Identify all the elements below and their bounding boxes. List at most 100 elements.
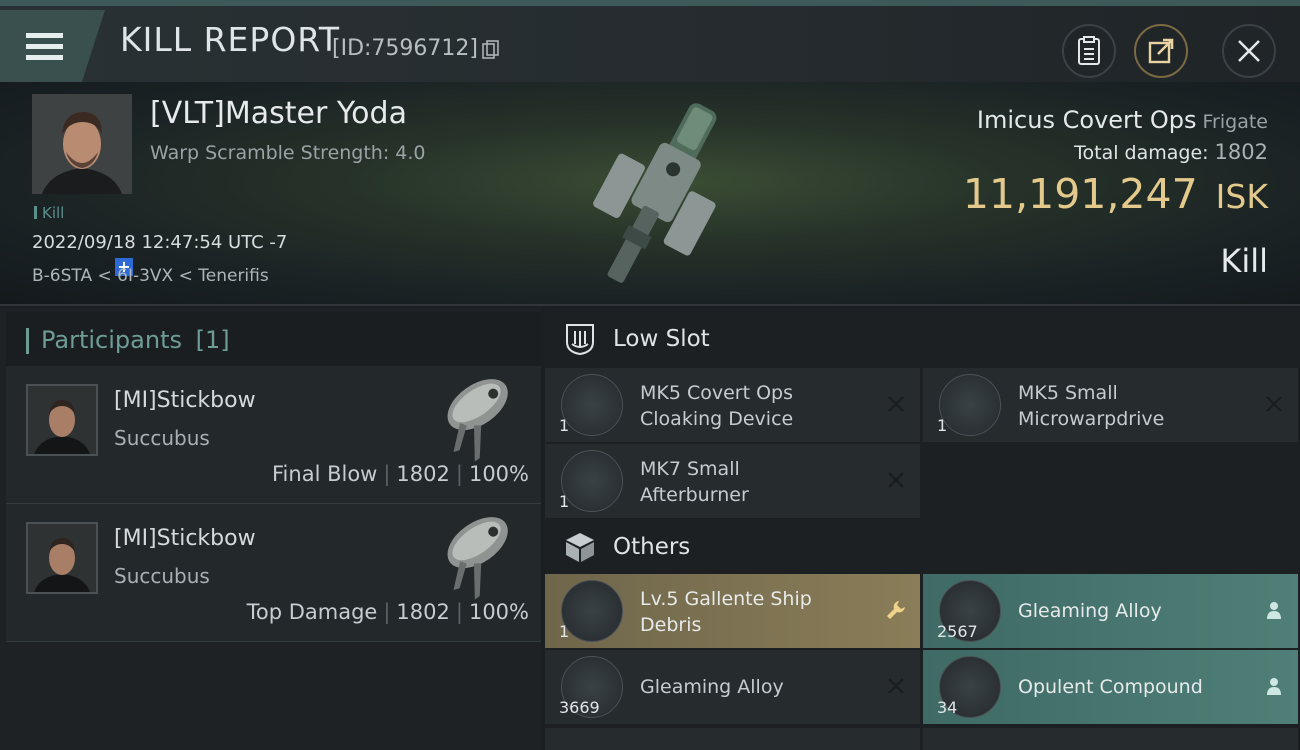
participant-percent: 100%	[468, 462, 529, 486]
item-slot[interactable]: 1 MK7 Small Afterburner	[545, 444, 920, 518]
total-damage-value: 1802	[1214, 140, 1268, 164]
participant-percent: 100%	[468, 600, 529, 624]
header-bar: KILL REPORT [ID:7596712]	[0, 0, 1300, 82]
pilot-dropped-icon	[1262, 674, 1286, 698]
participant-name[interactable]: [MI]Stickbow	[114, 526, 256, 551]
destroyed-icon	[884, 674, 908, 698]
participant-ship: Succubus	[114, 564, 210, 588]
victim-name[interactable]: [VLT]Master Yoda	[150, 96, 407, 131]
afterburner-icon	[561, 450, 623, 512]
participant-row[interactable]: [MI]Stickbow Succubus Top Damage | 1802 | 10…	[6, 504, 541, 642]
item-name-line: Lv.5 Gallente Ship	[640, 588, 812, 610]
participant-portrait-icon	[28, 386, 96, 454]
item-quantity: 1	[559, 416, 570, 435]
item-slot[interactable]: 1 Lv.5 Gallente Ship Debris	[545, 574, 920, 648]
participant-name[interactable]: [MI]Stickbow	[114, 388, 256, 413]
participant-row[interactable]: [MI]Stickbow Succubus Final Blow | 1802 | 10…	[6, 366, 541, 504]
menu-button[interactable]	[0, 10, 105, 82]
participant-ship-image	[447, 517, 508, 600]
kill-result: Kill	[1220, 242, 1268, 280]
total-damage-label: Total damage:	[1074, 142, 1209, 164]
cloaking-device-icon	[561, 374, 623, 436]
participant-avatar[interactable]	[26, 384, 98, 456]
participant-stats: Top Damage | 1802 | 100%	[246, 600, 529, 624]
item-quantity: 1	[559, 622, 570, 641]
wrench-icon	[884, 598, 908, 622]
low-slot-header: Low Slot	[545, 310, 1300, 368]
item-quantity: 1	[559, 492, 570, 511]
share-button[interactable]	[1134, 24, 1188, 78]
item-slot[interactable]	[923, 728, 1298, 750]
pilot-dropped-icon	[1262, 598, 1286, 622]
item-quantity: 34	[937, 698, 958, 717]
participant-avatar[interactable]	[26, 522, 98, 594]
victim-portrait-icon	[32, 94, 132, 194]
low-slot-icon	[566, 324, 594, 356]
destroyed-icon	[884, 392, 908, 416]
participant-portrait-icon	[28, 524, 96, 592]
clipboard-icon	[1078, 36, 1100, 65]
item-name: Gleaming Alloy	[1018, 600, 1162, 622]
cargo-box-icon	[566, 533, 594, 562]
participants-panel: Participants [1] [MI]Stickbow Succubus F…	[0, 308, 541, 750]
item-slot[interactable]: 1 MK5 Covert Ops Cloaking Device	[545, 368, 920, 442]
participants-label: Participants	[41, 326, 182, 354]
kill-tag: Kill	[34, 204, 64, 222]
item-name: Lv.5 Gallente Ship Debris	[640, 586, 870, 638]
kill-datetime: 2022/09/18 12:47:54 UTC -7	[32, 232, 288, 253]
hamburger-icon	[26, 27, 63, 66]
destroyed-icon	[884, 468, 908, 492]
item-quantity: 1	[937, 416, 948, 435]
low-slot-label: Low Slot	[613, 326, 710, 352]
participant-ship: Succubus	[114, 426, 210, 450]
victim-ship-image	[593, 103, 717, 283]
item-name-line: Microwarpdrive	[1018, 408, 1165, 430]
warp-scramble-strength: Warp Scramble Strength: 4.0	[150, 142, 426, 164]
notes-button[interactable]	[1062, 24, 1116, 78]
item-name-line: MK5 Small	[1018, 382, 1118, 404]
page-title: KILL REPORT	[120, 20, 340, 59]
participants-count: [1]	[195, 326, 230, 354]
item-quantity: 3669	[559, 698, 600, 717]
microwarpdrive-icon	[939, 374, 1001, 436]
share-icon	[1148, 38, 1174, 64]
item-slot[interactable]: 2567 Gleaming Alloy	[923, 574, 1298, 648]
destroyed-icon	[1262, 392, 1286, 416]
isk-amount: 11,191,247	[962, 170, 1198, 218]
participant-damage: 1802	[396, 600, 450, 624]
participant-role: Final Blow	[272, 462, 378, 486]
kill-location[interactable]: B-6STA < 6I-3VX < Tenerifis	[32, 266, 269, 286]
kill-summary: + [VLT]Master Yoda Warp Scramble Strengt…	[0, 82, 1300, 306]
items-panel: Low Slot 1 MK5 Covert Ops Cloaking Device…	[545, 308, 1300, 750]
isk-value: 11,191,247 ISK	[963, 170, 1268, 218]
others-header: Others	[545, 518, 1300, 576]
ship-debris-icon	[561, 580, 623, 642]
item-slot[interactable]: 1 MK5 Small Microwarpdrive	[923, 368, 1298, 442]
others-label: Others	[613, 534, 691, 560]
ship-name-text: Imicus Covert Ops	[976, 106, 1197, 134]
participant-damage: 1802	[396, 462, 450, 486]
item-name-line: Debris	[640, 614, 702, 636]
participants-header: Participants [1]	[6, 312, 541, 370]
item-name: Opulent Compound	[1018, 676, 1203, 698]
ship-name[interactable]: Imicus Covert Ops Frigate	[977, 106, 1268, 134]
report-id: [ID:7596712]	[332, 36, 478, 61]
item-name-line: MK7 Small	[640, 458, 740, 480]
participant-role: Top Damage	[246, 600, 378, 624]
participant-stats: Final Blow | 1802 | 100%	[272, 462, 529, 486]
item-name: MK7 Small Afterburner	[640, 456, 870, 508]
item-name-line: Afterburner	[640, 484, 749, 506]
item-slot[interactable]: 3669 Gleaming Alloy	[545, 650, 920, 724]
item-name: MK5 Covert Ops Cloaking Device	[640, 380, 870, 432]
item-name: MK5 Small Microwarpdrive	[1018, 380, 1248, 432]
close-button[interactable]	[1222, 24, 1276, 78]
item-name: Gleaming Alloy	[640, 676, 784, 698]
participant-ship-image	[447, 379, 508, 462]
item-slot[interactable]	[545, 728, 920, 750]
copy-icon[interactable]	[482, 40, 499, 60]
close-icon	[1238, 40, 1260, 62]
victim-avatar[interactable]	[32, 94, 132, 194]
isk-unit: ISK	[1215, 177, 1268, 216]
ship-class: Frigate	[1202, 111, 1268, 133]
item-slot[interactable]: 34 Opulent Compound	[923, 650, 1298, 724]
